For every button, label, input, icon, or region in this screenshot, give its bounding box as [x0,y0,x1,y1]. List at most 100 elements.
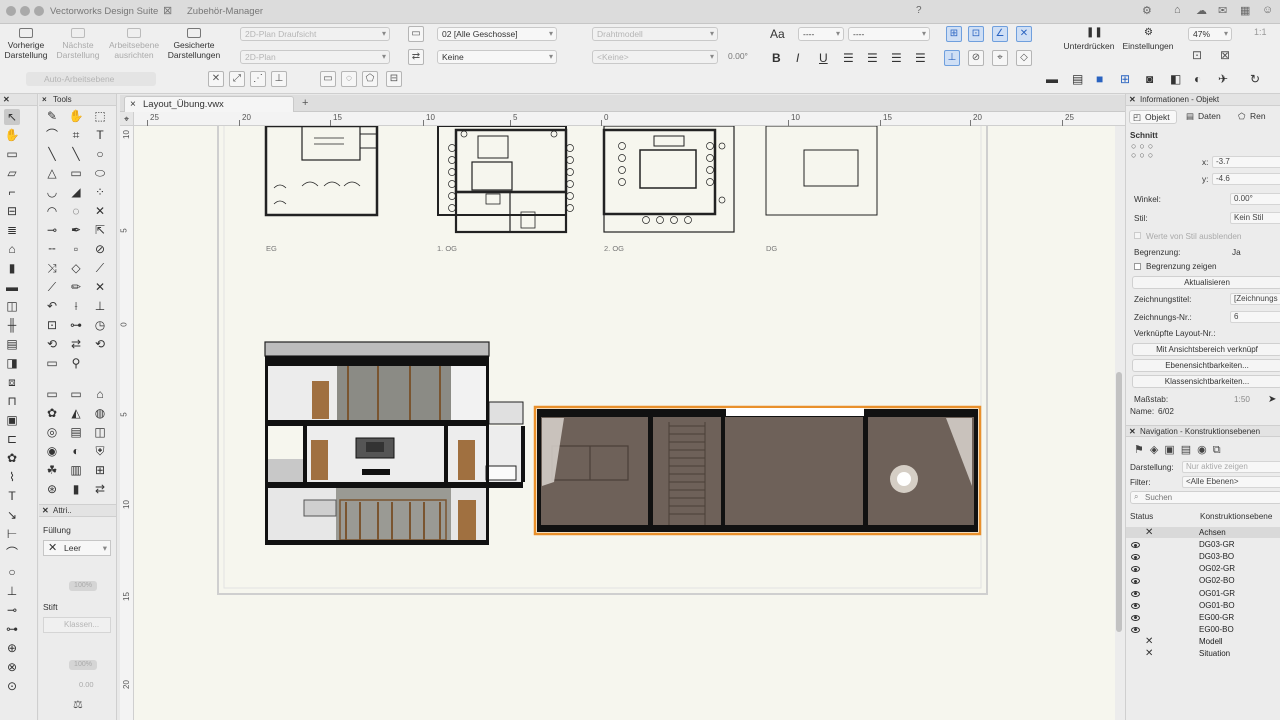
object-tool-3-icon[interactable]: ✿ [44,405,60,421]
pen-opacity[interactable]: 100% [69,660,97,670]
layer-row-og01-gr[interactable]: OG01-GR [1199,589,1235,598]
close-icon[interactable]: × [42,94,47,105]
double-line-tool-icon[interactable]: ╲ [68,146,84,162]
window-minimize-button[interactable] [20,6,30,16]
status-column-header[interactable]: Status [1130,512,1153,521]
drawing-no-field[interactable]: 6 [1230,311,1280,323]
plant-tool-icon[interactable]: ✿ [4,450,20,466]
saved-views-button[interactable]: Gesicherte Darstellungen [166,28,222,60]
y-field[interactable]: -4.6 [1212,173,1280,185]
north-arrow-tool-icon[interactable]: ⊙ [4,678,20,694]
document-tab[interactable]: × Layout_Übung.vwx [124,96,294,112]
align-center-icon[interactable]: ☰ [867,51,878,65]
search-input[interactable] [1145,492,1275,503]
slab-tool-icon[interactable]: ▱ [4,165,20,181]
layers-bar-icon[interactable]: ▬ [1046,72,1058,86]
object-tool-16-icon[interactable]: ▮ [68,481,84,497]
marquee-tool-icon[interactable]: ⬚ [92,108,108,124]
line-style-icon[interactable]: ⚖ [73,698,83,711]
fill-select[interactable]: ✕ Leer ▾ [43,540,111,556]
mode-snap-icon[interactable]: ⊥ [271,71,287,87]
callout-tool-icon[interactable]: ↘ [4,507,20,523]
window-zoom-button[interactable] [34,6,44,16]
mode-group-icon[interactable]: ✕ [208,71,224,87]
selection-tool-icon[interactable]: ↖ [4,109,20,125]
reference-tool-icon[interactable]: ⊗ [4,659,20,675]
column-tool-icon[interactable]: ▮ [4,260,20,276]
snap-surface-icon[interactable]: ◇ [1016,50,1032,66]
settings-button[interactable]: ⚙ Einstellungen [1120,28,1176,52]
offset-tool-icon[interactable]: ⊸ [44,222,60,238]
triangle-tool-icon[interactable]: △ [44,165,60,181]
grid-icon[interactable]: ⊞ [1120,72,1130,86]
reference-tab-icon[interactable]: ⧉ [1213,444,1227,456]
previous-view-button[interactable]: Vorherige Darstellung [4,28,48,60]
saved-view-tab-icon[interactable]: ◉ [1197,444,1213,456]
mail-icon[interactable]: ✉ [1218,4,1227,17]
home-icon[interactable]: ⌂ [1174,4,1181,16]
stretch-tool-icon[interactable]: ⤨ [44,260,60,276]
pen-select[interactable]: Klassen... [43,617,111,633]
tab-render[interactable]: ⬠ Ren [1234,110,1280,124]
object-tool-0-icon[interactable]: ▭ [44,386,60,402]
active-view-icon[interactable]: ■ [1096,72,1103,86]
mode-pick-icon[interactable]: ⋰ [250,71,266,87]
bold-button[interactable]: B [772,51,781,65]
new-tab-button[interactable]: + [302,97,308,109]
sheet-tab-icon[interactable]: ▣ [1164,444,1180,456]
zoom-page-icon[interactable]: ⊠ [1220,48,1230,62]
object-tool-5-icon[interactable]: ◍ [92,405,108,421]
plan-select[interactable]: 2D-Plan [240,50,390,64]
layer-row-achsen[interactable]: Achsen [1199,528,1226,537]
layer-row-dg03-bo[interactable]: DG03-BO [1199,552,1234,561]
story-select[interactable]: 02 [Alle Geschosse] [437,27,557,41]
truss-tool-icon[interactable]: ⧈ [4,374,20,390]
light-icon[interactable]: ◐ [1194,72,1201,86]
show-border-checkbox[interactable] [1134,263,1141,270]
rectangle-tool-icon[interactable]: ▭ [68,165,84,181]
landscape-tool-icon[interactable]: ⌇ [4,469,20,485]
render-icon[interactable]: ◧ [1170,72,1181,86]
view-select[interactable]: 2D-Plan Draufsicht [240,27,390,41]
close-tab-icon[interactable]: × [130,97,136,112]
eye-icon[interactable] [1131,614,1140,621]
camera-icon[interactable]: ◙ [1146,72,1153,86]
edit-tool-icon[interactable]: ✏ [68,279,84,295]
layer-row-dg03-gr[interactable]: DG03-GR [1199,540,1235,549]
hidden-x-icon[interactable]: ✕ [1145,528,1153,538]
ratio-button[interactable]: 1:1 [1254,27,1267,37]
line-tool-icon[interactable]: ╲ [44,146,60,162]
italic-button[interactable]: I [796,51,799,65]
update-button[interactable]: Aktualisieren [1132,276,1280,289]
space-tool-icon[interactable]: ◫ [4,298,20,314]
mode-options-icon[interactable]: ⊟ [386,71,402,87]
polygon-tool-icon[interactable]: ◇ [68,260,84,276]
trim-tool-icon[interactable]: ✕ [92,203,108,219]
beam-tool-icon[interactable]: ▬ [4,279,20,295]
layer-row-eg00-gr[interactable]: EG00-GR [1199,613,1234,622]
object-tool-6-icon[interactable]: ◎ [44,424,60,440]
class-tab-icon[interactable]: ⚑ [1134,444,1150,456]
tab-data[interactable]: ▤ Daten [1182,110,1230,124]
calendar-icon[interactable]: ▦ [1240,4,1250,17]
object-tool-11-icon[interactable]: ⛨ [92,443,108,459]
scale-value[interactable]: 1:50 [1234,395,1250,404]
rounded-rect-tool-icon[interactable]: ⬭ [92,165,108,181]
oval-tool-icon[interactable]: ◌ [68,203,84,219]
ceiling-tool-icon[interactable]: ▤ [4,336,20,352]
fixture-tool-icon[interactable]: ⊏ [4,431,20,447]
pan-tool-icon[interactable]: ✋ [68,108,84,124]
diagonal-tool-icon[interactable]: ⟋ [92,260,108,276]
layer-row-og01-bo[interactable]: OG01-BO [1199,601,1235,610]
snap-edge-icon[interactable]: ⌖ [992,50,1008,66]
window-tool-icon[interactable]: ⊟ [4,203,20,219]
style-select[interactable]: Kein Stil [1230,212,1280,224]
extra-tools-icon[interactable]: ↻ [1250,72,1260,86]
snap-grid-icon[interactable]: ⊞ [946,26,962,42]
arc-tool-icon[interactable]: ⌒ [44,127,60,143]
viewport-tab-icon[interactable]: ▤ [1181,444,1197,456]
circle-tool-icon[interactable]: ○ [4,564,20,580]
object-tool-1-icon[interactable]: ▭ [68,386,84,402]
help-button[interactable]: ? [916,5,922,16]
grid-line-tool-icon[interactable]: ⊥ [4,583,20,599]
